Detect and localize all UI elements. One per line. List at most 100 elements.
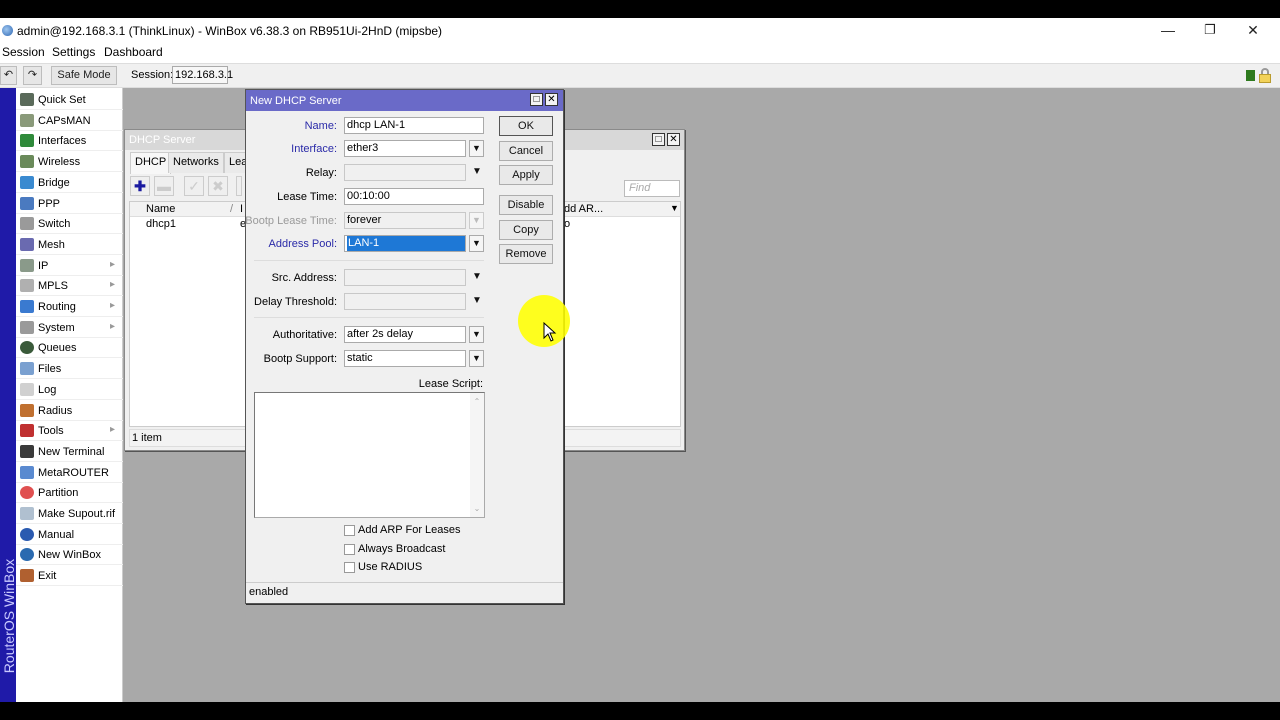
- scroll-down-icon[interactable]: ⌄: [470, 504, 484, 513]
- maximize-icon[interactable]: □: [652, 133, 665, 146]
- enable-icon[interactable]: ✓: [184, 176, 204, 196]
- safe-mode-button[interactable]: Safe Mode: [51, 66, 117, 85]
- sidebar-item-radius[interactable]: Radius: [16, 401, 123, 421]
- add-arp-checkbox[interactable]: [344, 525, 355, 536]
- script-scrollbar[interactable]: ⌃ ⌄: [470, 393, 484, 517]
- redo-icon[interactable]: ↷: [23, 66, 42, 85]
- exit-icon: [20, 569, 34, 583]
- menu-dashboard[interactable]: Dashboard: [104, 45, 163, 59]
- divider: [254, 317, 484, 318]
- menu-session[interactable]: Session: [2, 45, 45, 59]
- submenu-arrow-icon: ▸: [109, 320, 115, 332]
- lease-time-input[interactable]: 00:10:00: [344, 188, 484, 205]
- ppp-icon: [20, 196, 34, 210]
- maximize-icon[interactable]: □: [530, 93, 543, 106]
- winbox-app: admin@192.168.3.1 (ThinkLinux) - WinBox …: [0, 18, 1280, 702]
- sidebar-item-ip[interactable]: IP ▸: [16, 256, 123, 276]
- apply-button[interactable]: Apply: [499, 165, 553, 185]
- relay-expand-icon[interactable]: ▼: [470, 165, 484, 179]
- tab-dhcp[interactable]: DHCP: [130, 152, 172, 174]
- sidebar-item-quick-set[interactable]: Quick Set: [16, 90, 123, 110]
- use-radius-checkbox[interactable]: [344, 562, 355, 573]
- remove-button[interactable]: Remove: [499, 244, 553, 264]
- sidebar-item-new-winbox[interactable]: New WinBox: [16, 545, 123, 566]
- sidebar-item-queues[interactable]: Queues: [16, 338, 123, 359]
- lock-icon: [1259, 68, 1271, 83]
- sidebar-item-new-terminal[interactable]: New Terminal: [16, 442, 123, 462]
- sidebar-item-exit[interactable]: Exit: [16, 566, 123, 587]
- sidebar-item-switch[interactable]: Switch: [16, 214, 123, 235]
- close-button[interactable]: ✕: [1243, 21, 1263, 39]
- delay-threshold-label: Delay Threshold:: [254, 296, 337, 308]
- disable-button[interactable]: Disable: [499, 195, 553, 215]
- sidebar-item-label: PPP: [38, 197, 61, 210]
- always-broadcast-checkbox[interactable]: [344, 544, 355, 555]
- address-pool-select[interactable]: LAN-1: [344, 235, 466, 252]
- restore-button[interactable]: ❐: [1200, 21, 1220, 39]
- sidebar-item-partition[interactable]: Partition: [16, 483, 123, 504]
- supout-icon: [20, 507, 34, 520]
- always-broadcast-label: Always Broadcast: [358, 543, 446, 555]
- sidebar-item-ppp[interactable]: PPP: [16, 194, 123, 214]
- session-field[interactable]: 192.168.3.1: [172, 66, 233, 84]
- sidebar-item-mesh[interactable]: Mesh: [16, 235, 123, 255]
- ip-icon: [20, 258, 34, 272]
- sidebar-item-tools[interactable]: Tools ▸: [16, 421, 123, 442]
- dialog-titlebar[interactable]: New DHCP Server □ ✕: [246, 90, 563, 111]
- sidebar-item-make-supout-rif[interactable]: Make Supout.rif: [16, 504, 123, 524]
- radius-icon: [20, 403, 34, 417]
- sidebar-item-metarouter[interactable]: MetaROUTER: [16, 463, 123, 483]
- bootp-support-dropdown-icon[interactable]: ▼: [469, 350, 484, 367]
- address-pool-dropdown-icon[interactable]: ▼: [469, 235, 484, 252]
- undo-icon[interactable]: ↶: [0, 66, 17, 85]
- lease-script-textarea[interactable]: ⌃ ⌄: [254, 392, 485, 518]
- sidebar-item-bridge[interactable]: Bridge: [16, 173, 123, 193]
- sidebar-item-routing[interactable]: Routing ▸: [16, 297, 123, 317]
- authoritative-dropdown-icon[interactable]: ▼: [469, 326, 484, 343]
- name-input[interactable]: dhcp LAN-1: [344, 117, 484, 134]
- sidebar-item-label: CAPsMAN: [38, 114, 91, 127]
- copy-button[interactable]: Copy: [499, 220, 553, 240]
- relay-input[interactable]: [344, 164, 466, 181]
- sidebar-item-manual[interactable]: Manual: [16, 525, 123, 545]
- column-add-arp[interactable]: dd AR...: [564, 203, 603, 215]
- column-name[interactable]: Name: [146, 203, 175, 215]
- src-address-input[interactable]: [344, 269, 466, 286]
- scroll-up-icon[interactable]: ⌃: [470, 397, 484, 406]
- bootp-lease-time-input[interactable]: forever: [344, 212, 466, 229]
- minimize-button[interactable]: —: [1158, 21, 1178, 39]
- sidebar-item-label: New WinBox: [38, 549, 101, 562]
- find-input[interactable]: Find: [624, 180, 680, 197]
- cancel-button[interactable]: Cancel: [499, 141, 553, 161]
- column-menu-icon[interactable]: ▼: [670, 203, 679, 213]
- tab-networks[interactable]: Networks: [168, 152, 224, 173]
- delay-threshold-expand-icon[interactable]: ▼: [470, 294, 484, 308]
- sidebar-item-system[interactable]: System ▸: [16, 318, 123, 338]
- sidebar-item-capsman[interactable]: CAPsMAN: [16, 111, 123, 131]
- bootp-lease-time-dropdown-icon[interactable]: ▼: [469, 212, 484, 229]
- interface-select[interactable]: ether3: [344, 140, 466, 157]
- sidebar-item-files[interactable]: Files: [16, 359, 123, 380]
- delay-threshold-input[interactable]: [344, 293, 466, 310]
- lease-time-label: Lease Time:: [277, 191, 337, 203]
- sidebar-item-label: IP: [38, 259, 49, 272]
- close-icon[interactable]: ✕: [545, 93, 558, 106]
- sidebar-item-interfaces[interactable]: Interfaces: [16, 131, 123, 152]
- filter-icon[interactable]: [236, 176, 242, 196]
- src-address-expand-icon[interactable]: ▼: [470, 270, 484, 284]
- authoritative-select[interactable]: after 2s delay: [344, 326, 466, 343]
- close-icon[interactable]: ✕: [667, 133, 680, 146]
- remove-icon[interactable]: ▬: [154, 176, 174, 196]
- bootp-support-select[interactable]: static: [344, 350, 466, 367]
- add-icon[interactable]: ✚: [130, 176, 150, 196]
- disable-icon[interactable]: ✖: [208, 176, 228, 196]
- ok-button[interactable]: OK: [499, 116, 553, 136]
- menu-settings[interactable]: Settings: [52, 45, 95, 59]
- sidebar-item-wireless[interactable]: Wireless: [16, 152, 123, 173]
- sort-indicator: /: [230, 203, 234, 215]
- sidebar-item-log[interactable]: Log: [16, 380, 123, 400]
- column-interface[interactable]: I: [240, 203, 243, 215]
- sidebar-item-mpls[interactable]: MPLS ▸: [16, 276, 123, 297]
- interface-dropdown-icon[interactable]: ▼: [469, 140, 484, 157]
- terminal-icon: [20, 444, 34, 458]
